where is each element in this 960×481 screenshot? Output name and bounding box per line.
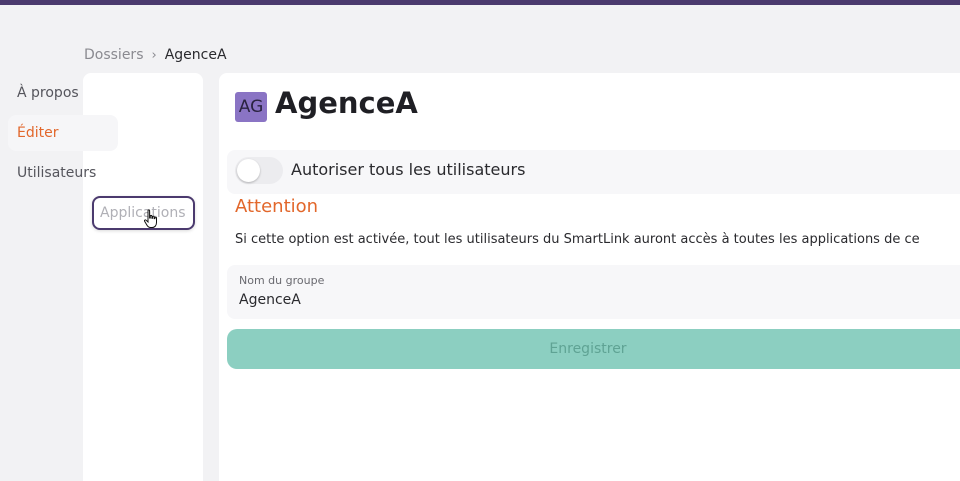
sidebar-item-utilisateurs[interactable]: Utilisateurs [8,155,118,191]
breadcrumb: Dossiers › AgenceA [84,46,227,64]
attention-heading: Attention [235,196,319,217]
group-name-label: Nom du groupe [239,274,325,287]
breadcrumb-current: AgenceA [164,47,227,63]
page-title: AgenceA [275,86,418,120]
group-avatar: AG [235,92,267,122]
warning-text: Si cette option est activée, tout les ut… [235,232,920,247]
toggle-knob [237,159,260,182]
top-bar [0,0,960,5]
save-button[interactable]: Enregistrer [227,329,960,369]
chevron-right-icon: › [151,47,157,63]
hand-pointer-icon [143,209,157,228]
sidebar-item-a-propos[interactable]: À propos [8,75,118,111]
toggle-label: Autoriser tous les utilisateurs [291,160,526,179]
group-name-input[interactable] [239,292,939,308]
allow-all-users-toggle[interactable] [235,157,283,184]
sidebar-item-editer[interactable]: Éditer [8,115,118,151]
breadcrumb-dossiers-link[interactable]: Dossiers [84,47,144,63]
